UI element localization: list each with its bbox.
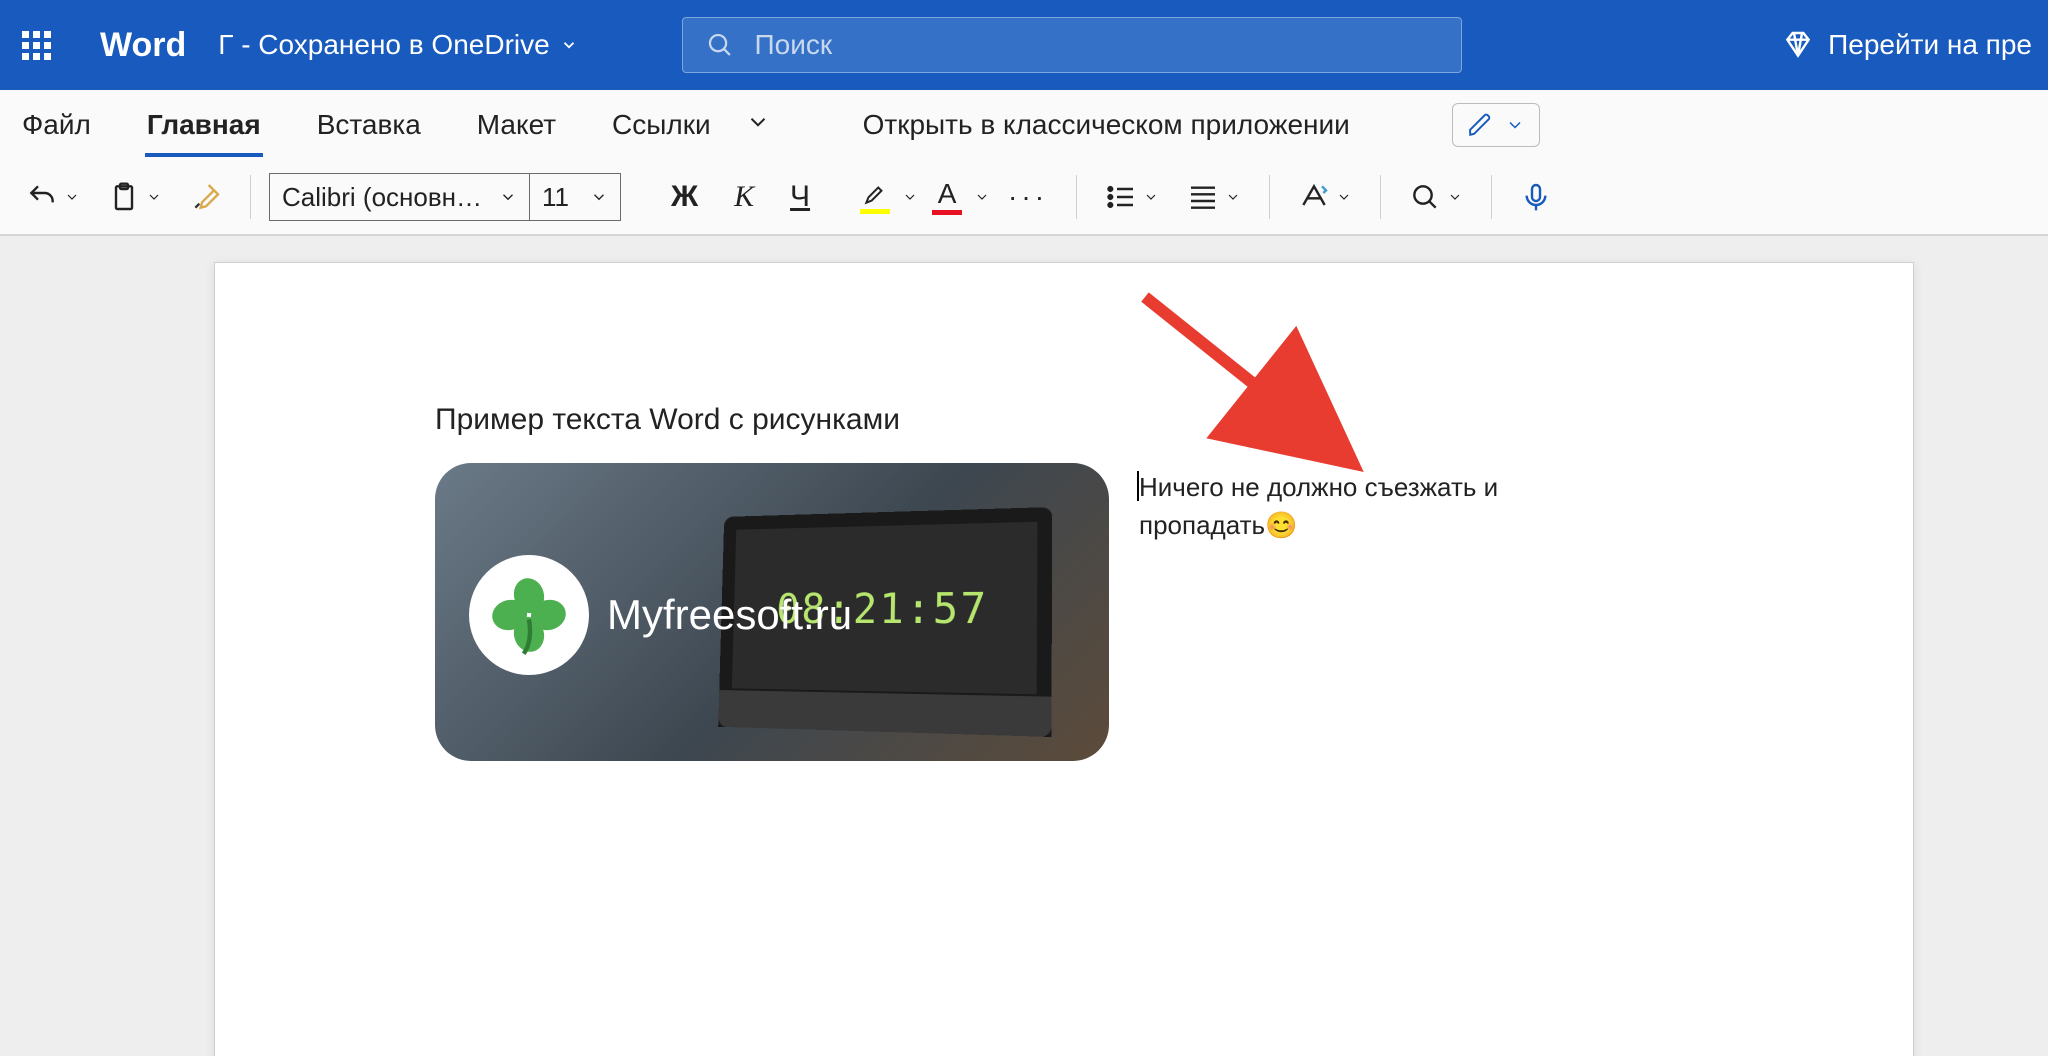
font-selector: Calibri (основн… 11: [269, 173, 621, 221]
search-icon: [1409, 181, 1441, 213]
image-brand-text: Myfreesoft.ru: [607, 591, 852, 639]
title-bar: Word Г - Сохранено в OneDrive Перейти на…: [0, 0, 2048, 90]
dictate-button[interactable]: [1510, 175, 1552, 219]
document-side-text[interactable]: Ничего не должно съезжать и пропадать😊: [1139, 469, 1539, 544]
chevron-down-icon: [902, 189, 918, 205]
ribbon-toolbar: Calibri (основн… 11 Ж К Ч A ···: [0, 160, 2048, 236]
chevron-down-icon: [146, 189, 162, 205]
tab-file[interactable]: Файл: [20, 103, 93, 147]
editing-mode-button[interactable]: [1452, 103, 1540, 147]
chevron-down-icon: [1505, 115, 1525, 135]
font-color-button[interactable]: A: [926, 176, 990, 219]
document-status[interactable]: Г - Сохранено в OneDrive: [218, 29, 577, 61]
chevron-down-icon: [1143, 189, 1159, 205]
separator: [1076, 175, 1077, 219]
document-heading[interactable]: Пример текста Word с рисунками: [435, 403, 1693, 437]
paste-button[interactable]: [98, 175, 172, 219]
tab-home[interactable]: Главная: [145, 103, 263, 147]
search-box[interactable]: [682, 17, 1462, 73]
align-icon: [1187, 181, 1219, 213]
bold-button[interactable]: Ж: [657, 174, 712, 220]
paintbrush-icon: [190, 181, 222, 213]
image-logo-row: Myfreesoft.ru: [469, 555, 852, 675]
highlight-color-button[interactable]: [854, 177, 918, 218]
font-name-value: Calibri (основн…: [282, 182, 482, 213]
chevron-down-icon: [745, 109, 771, 135]
chevron-down-icon: [1447, 189, 1463, 205]
chevron-down-icon: [560, 36, 578, 54]
separator: [1269, 175, 1270, 219]
underline-button[interactable]: Ч: [776, 174, 824, 220]
clipboard-icon: [108, 181, 140, 213]
font-size-value: 11: [542, 182, 569, 213]
tab-references[interactable]: Ссылки: [610, 103, 713, 147]
search-input[interactable]: [755, 29, 1439, 61]
go-premium-label: Перейти на пре: [1828, 29, 2032, 61]
microphone-icon: [1520, 181, 1552, 213]
document-canvas: Пример текста Word с рисунками 08:21:57: [0, 236, 2048, 1056]
go-premium-button[interactable]: Перейти на пре: [1782, 29, 2032, 61]
separator: [1380, 175, 1381, 219]
bullet-list-icon: [1105, 181, 1137, 213]
format-painter-button[interactable]: [180, 175, 232, 219]
styles-icon: [1298, 181, 1330, 213]
highlight-color-swatch: [860, 209, 890, 214]
more-tabs-button[interactable]: [745, 109, 771, 142]
side-text-content: Ничего не должно съезжать и пропадать😊: [1139, 472, 1498, 540]
separator: [1491, 175, 1492, 219]
open-in-desktop-button[interactable]: Открыть в классическом приложении: [863, 109, 1350, 141]
chevron-down-icon: [64, 189, 80, 205]
separator: [250, 175, 251, 219]
font-color-swatch: [932, 210, 962, 215]
tab-layout[interactable]: Макет: [475, 103, 558, 147]
chevron-down-icon: [499, 188, 517, 206]
bullet-list-button[interactable]: [1095, 175, 1169, 219]
text-cursor: [1137, 471, 1139, 501]
find-button[interactable]: [1399, 175, 1473, 219]
document-page[interactable]: Пример текста Word с рисунками 08:21:57: [214, 262, 1914, 1056]
align-button[interactable]: [1177, 175, 1251, 219]
undo-button[interactable]: [16, 175, 90, 219]
clover-icon: [469, 555, 589, 675]
chevron-down-icon: [974, 189, 990, 205]
document-image[interactable]: 08:21:57: [435, 463, 1109, 761]
font-name-dropdown[interactable]: Calibri (основн…: [270, 174, 530, 220]
annotation-arrow-icon: [1135, 287, 1385, 487]
chevron-down-icon: [1336, 189, 1352, 205]
chevron-down-icon: [590, 188, 608, 206]
highlighter-icon: [862, 181, 888, 207]
undo-icon: [26, 181, 58, 213]
app-name: Word: [100, 26, 186, 65]
font-size-dropdown[interactable]: 11: [530, 174, 620, 220]
app-launcher-icon[interactable]: [16, 25, 56, 65]
diamond-icon: [1782, 29, 1814, 61]
font-color-icon: A: [938, 180, 957, 208]
tab-insert[interactable]: Вставка: [315, 103, 423, 147]
ribbon-tabs: Файл Главная Вставка Макет Ссылки Открыт…: [0, 90, 2048, 160]
document-status-label: Г - Сохранено в OneDrive: [218, 29, 549, 61]
pencil-icon: [1467, 112, 1493, 138]
search-icon: [705, 29, 735, 61]
styles-button[interactable]: [1288, 175, 1362, 219]
chevron-down-icon: [1225, 189, 1241, 205]
more-font-options-button[interactable]: ···: [998, 175, 1058, 219]
italic-button[interactable]: К: [720, 174, 768, 220]
